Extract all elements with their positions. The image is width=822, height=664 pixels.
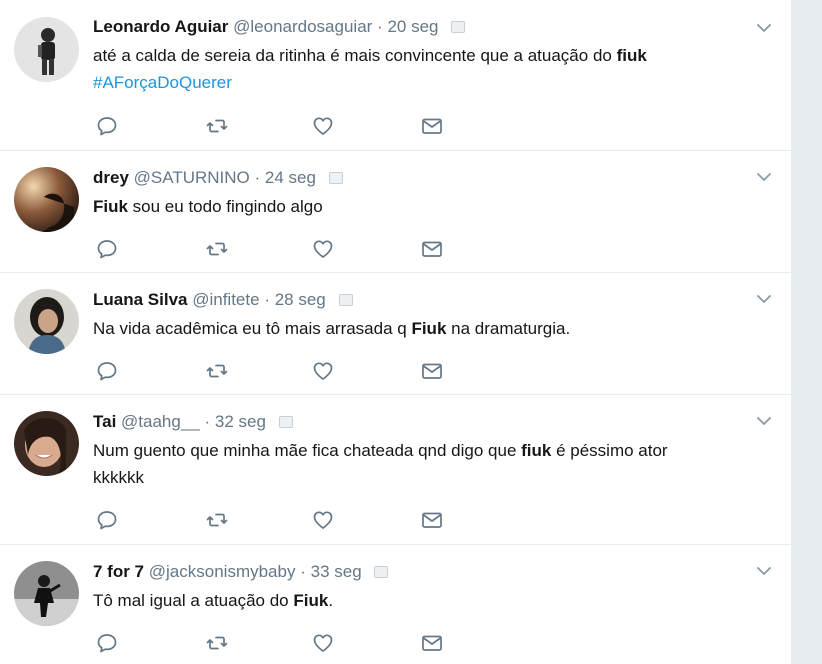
author-handle[interactable]: @SATURNINO [134, 168, 250, 187]
author-name[interactable]: Tai [93, 412, 116, 431]
author-name[interactable]: drey [93, 168, 129, 187]
avatar[interactable] [14, 17, 79, 82]
tweet-text: Fiuk sou eu todo fingindo algo [93, 193, 753, 220]
heart-icon[interactable] [311, 508, 335, 532]
text-segment: Num guento que minha mãe fica chateada q… [93, 441, 522, 460]
keyword-highlight: Fiuk [411, 319, 447, 338]
tweet[interactable]: Leonardo Aguiar @leonardosaguiar · 20 se… [0, 0, 791, 151]
tweet-text: Na vida acadêmica eu tô mais arrasada q … [93, 315, 753, 342]
tweet[interactable]: Tai @taahg__ · 32 seg Num guento que min… [0, 395, 791, 545]
author-handle[interactable]: @infitete [192, 290, 259, 309]
timestamp[interactable]: 24 seg [265, 168, 316, 187]
separator: · [377, 17, 383, 36]
hashtag-link[interactable]: #AForçaDoQuerer [93, 73, 232, 92]
chevron-down-icon[interactable] [754, 289, 774, 309]
reply-icon[interactable] [95, 237, 119, 261]
keyword-highlight: fiuk [616, 46, 647, 65]
text-segment: . [328, 591, 334, 610]
retweet-icon[interactable] [205, 114, 229, 138]
timestamp[interactable]: 20 seg [387, 17, 438, 36]
retweet-icon[interactable] [205, 237, 229, 261]
timestamp[interactable]: 33 seg [311, 562, 362, 581]
separator: · [204, 412, 211, 431]
text-segment: Tô mal igual a atuação do [93, 591, 294, 610]
avatar[interactable] [14, 289, 79, 354]
media-badge-icon [451, 21, 466, 33]
heart-icon[interactable] [311, 237, 335, 261]
envelope-icon[interactable] [420, 359, 444, 383]
reply-icon[interactable] [95, 359, 119, 383]
tweet-header: 7 for 7 @jacksonismybaby · 33 seg [93, 562, 389, 582]
tweet[interactable]: Luana Silva @infitete · 28 seg Na vida a… [0, 273, 791, 395]
separator: · [300, 562, 306, 581]
envelope-icon[interactable] [420, 114, 444, 138]
separator: · [264, 290, 270, 309]
author-name[interactable]: 7 for 7 [93, 562, 144, 581]
chevron-down-icon[interactable] [754, 411, 774, 431]
retweet-icon[interactable] [205, 359, 229, 383]
chevron-down-icon[interactable] [754, 167, 774, 187]
author-handle[interactable]: @jacksonismybaby [149, 562, 296, 581]
text-segment: Na vida acadêmica eu tô mais arrasada q [93, 319, 412, 338]
page-background-rail [791, 0, 822, 664]
tweet-header: Luana Silva @infitete · 28 seg [93, 290, 353, 310]
text-segment: na dramaturgia. [446, 319, 571, 338]
envelope-icon[interactable] [420, 237, 444, 261]
keyword-highlight: Fiuk [293, 591, 329, 610]
avatar[interactable] [14, 411, 79, 476]
keyword-highlight: Fiuk [93, 197, 128, 216]
tweet[interactable]: drey @SATURNINO · 24 seg Fiuk sou eu tod… [0, 151, 791, 273]
heart-icon[interactable] [311, 359, 335, 383]
tweet-header: drey @SATURNINO · 24 seg [93, 168, 343, 188]
text-segment: sou eu todo fingindo algo [127, 197, 323, 216]
tweet-header: Tai @taahg__ · 32 seg [93, 412, 293, 432]
author-name[interactable]: Luana Silva [93, 290, 187, 309]
tweet-text: Tô mal igual a atuação do Fiuk. [93, 587, 753, 614]
tweet-text: até a calda de sereia da ritinha é mais … [93, 42, 753, 96]
reply-icon[interactable] [95, 508, 119, 532]
avatar[interactable] [14, 167, 79, 232]
timestamp[interactable]: 32 seg [215, 412, 266, 431]
keyword-highlight: fiuk [521, 441, 552, 460]
reply-icon[interactable] [95, 114, 119, 138]
text-segment: até a calda de sereia da ritinha é mais … [93, 46, 617, 65]
tweet-header: Leonardo Aguiar @leonardosaguiar · 20 se… [93, 17, 466, 37]
author-name[interactable]: Leonardo Aguiar [93, 17, 228, 36]
media-badge-icon [338, 294, 353, 306]
heart-icon[interactable] [311, 631, 335, 655]
envelope-icon[interactable] [420, 508, 444, 532]
tweet-text: Num guento que minha mãe fica chateada q… [93, 437, 753, 491]
timestamp[interactable]: 28 seg [275, 290, 326, 309]
timeline-feed: Leonardo Aguiar @leonardosaguiar · 20 se… [0, 0, 791, 664]
author-handle[interactable]: @leonardosaguiar [233, 17, 372, 36]
media-badge-icon [374, 566, 389, 578]
text-segment: kkkkkk [93, 468, 144, 487]
media-badge-icon [328, 172, 343, 184]
separator: · [254, 168, 261, 187]
envelope-icon[interactable] [420, 631, 444, 655]
retweet-icon[interactable] [205, 508, 229, 532]
author-handle[interactable]: @taahg__ [121, 412, 200, 431]
chevron-down-icon[interactable] [754, 561, 774, 581]
heart-icon[interactable] [311, 114, 335, 138]
avatar[interactable] [14, 561, 79, 626]
tweet[interactable]: 7 for 7 @jacksonismybaby · 33 seg Tô mal… [0, 545, 791, 664]
reply-icon[interactable] [95, 631, 119, 655]
chevron-down-icon[interactable] [754, 18, 774, 38]
media-badge-icon [278, 416, 293, 428]
text-segment: é péssimo ator [551, 441, 668, 460]
retweet-icon[interactable] [205, 631, 229, 655]
